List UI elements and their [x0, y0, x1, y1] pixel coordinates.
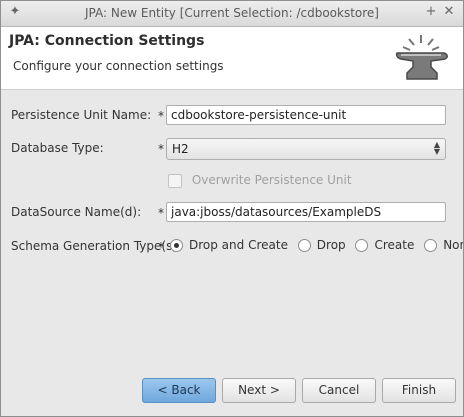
updown-arrows-icon: ▲ ▼: [433, 140, 440, 156]
required-marker: *: [158, 142, 164, 156]
plus-icon[interactable]: +: [423, 4, 439, 20]
schema-option-drop-and-create[interactable]: Drop and Create: [170, 238, 288, 252]
persistence-unit-input[interactable]: cdbookstore-persistence-unit: [166, 105, 446, 125]
required-marker: *: [158, 206, 164, 220]
schema-generation-label: Schema Generation Type(s):: [11, 239, 182, 253]
page-subtitle: Configure your connection settings: [13, 59, 224, 73]
page-title: JPA: Connection Settings: [9, 33, 205, 49]
overwrite-checkbox-row[interactable]: Overwrite Persistence Unit: [168, 173, 352, 188]
radio-checked-icon[interactable]: [170, 239, 183, 252]
anvil-icon: [395, 35, 448, 80]
cancel-button[interactable]: Cancel: [302, 378, 376, 403]
database-type-label: Database Type:: [11, 141, 104, 155]
schema-option-create[interactable]: Create: [355, 238, 414, 252]
overwrite-label: Overwrite Persistence Unit: [191, 173, 352, 187]
schema-option-drop[interactable]: Drop: [297, 238, 346, 252]
schema-radio-group: Drop and Create Drop Create None: [170, 238, 463, 252]
finish-button[interactable]: Finish: [382, 378, 456, 403]
persistence-unit-label: Persistence Unit Name:: [11, 108, 152, 122]
form-area: Persistence Unit Name: * cdbookstore-per…: [1, 90, 463, 370]
next-button[interactable]: Next >: [222, 378, 296, 403]
header-banner: JPA: Connection Settings Configure your …: [1, 27, 463, 90]
required-marker: *: [158, 109, 164, 123]
required-marker: *: [158, 240, 164, 254]
datasource-input[interactable]: java:jboss/datasources/ExampleDS: [166, 202, 446, 222]
radio-icon[interactable]: [297, 239, 311, 252]
title-bar[interactable]: ✦ JPA: New Entity [Current Selection: /c…: [1, 1, 463, 27]
close-icon[interactable]: ✕: [441, 4, 457, 20]
datasource-label: DataSource Name(d):: [11, 205, 142, 219]
dialog-window: ✦ JPA: New Entity [Current Selection: /c…: [0, 0, 464, 417]
database-type-value: H2: [172, 142, 189, 156]
window-title: JPA: New Entity [Current Selection: /cdb…: [85, 6, 379, 20]
radio-icon[interactable]: [355, 239, 369, 252]
back-button[interactable]: < Back: [142, 378, 216, 403]
radio-icon[interactable]: [424, 239, 438, 252]
overwrite-checkbox[interactable]: [168, 173, 182, 188]
schema-option-none[interactable]: None: [424, 238, 463, 252]
database-type-select[interactable]: H2 ▲ ▼: [166, 138, 446, 160]
